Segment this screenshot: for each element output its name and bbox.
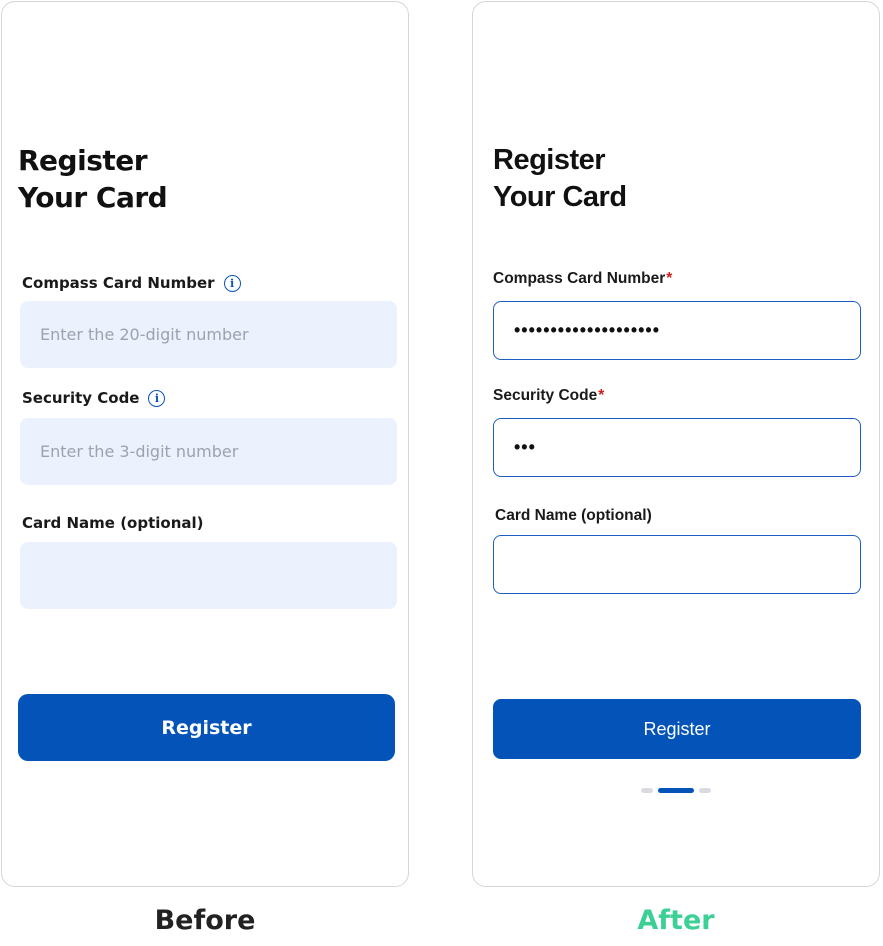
after-caption: After: [637, 905, 715, 936]
before-screen: Register Your Card Compass Card Number i…: [1, 1, 409, 887]
security-code-label: Security Code i: [22, 389, 166, 407]
card-number-placeholder: Enter the 20-digit number: [40, 325, 249, 344]
card-number-input[interactable]: ••••••••••••••••••••: [493, 301, 861, 360]
info-icon[interactable]: i: [148, 389, 166, 407]
page-title: Register Your Card: [18, 142, 168, 216]
security-code-placeholder: Enter the 3-digit number: [40, 442, 239, 461]
register-button[interactable]: Register: [493, 699, 861, 759]
card-name-input[interactable]: [493, 535, 861, 594]
card-number-label: Compass Card Number *: [493, 270, 673, 287]
security-code-label: Security Code *: [493, 387, 605, 404]
before-caption: Before: [154, 905, 256, 936]
page-title: Register Your Card: [493, 142, 627, 216]
title-line-1: Register: [493, 144, 606, 176]
page-indicator: [641, 788, 711, 794]
after-screen: Register Your Card Compass Card Number * …: [472, 1, 880, 887]
page-dot[interactable]: [641, 788, 653, 793]
page-dot-active[interactable]: [658, 788, 694, 793]
card-number-label: Compass Card Number i: [22, 274, 241, 292]
required-asterisk: *: [666, 270, 673, 287]
security-code-input[interactable]: •••: [493, 418, 861, 477]
title-line-2: Your Card: [493, 181, 627, 213]
card-name-label: Card Name (optional): [22, 514, 204, 532]
register-button[interactable]: Register: [18, 694, 395, 761]
security-code-input[interactable]: Enter the 3-digit number: [20, 418, 397, 485]
title-line-2: Your Card: [18, 181, 168, 214]
card-number-input[interactable]: Enter the 20-digit number: [20, 301, 397, 368]
card-name-input[interactable]: [20, 542, 397, 609]
card-number-value: ••••••••••••••••••••: [514, 320, 661, 340]
page-dot[interactable]: [699, 788, 711, 793]
title-line-1: Register: [18, 144, 148, 177]
card-name-label: Card Name (optional): [495, 507, 652, 524]
info-icon[interactable]: i: [223, 274, 241, 292]
required-asterisk: *: [598, 387, 605, 404]
security-code-value: •••: [514, 437, 536, 457]
